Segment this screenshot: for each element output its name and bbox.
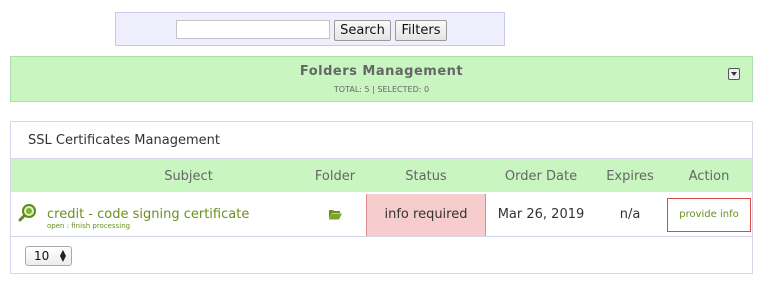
page: Search Filters Folders Management TOTAL:… <box>0 0 768 288</box>
search-panel: Search Filters <box>115 12 505 46</box>
status-text: info required <box>384 207 468 222</box>
provide-info-button[interactable]: provide info <box>667 198 751 232</box>
folder-open-icon[interactable] <box>329 209 342 220</box>
column-header-expires[interactable]: Expires <box>596 169 664 184</box>
page-size-select[interactable]: 10 ▲ ▼ <box>25 246 72 266</box>
folders-summary: TOTAL: 5 | SELECTED: 0 <box>333 85 430 94</box>
status-cell: info required <box>366 194 486 236</box>
page-size-value: 10 <box>34 249 50 263</box>
magnifier-icon[interactable] <box>18 203 38 223</box>
select-arrows-icon: ▲ ▼ <box>59 248 66 263</box>
certificate-subject-status: open : finish processing <box>47 222 131 230</box>
table-header: Subject Folder Status Order Date Expires… <box>11 159 752 193</box>
order-date: Mar 26, 2019 <box>497 207 585 222</box>
column-header-action: Action <box>688 169 730 184</box>
chevron-down-icon[interactable] <box>728 68 740 80</box>
ssl-panel-header: SSL Certificates Management <box>11 122 752 159</box>
folders-management-bar[interactable]: Folders Management TOTAL: 5 | SELECTED: … <box>10 56 753 102</box>
ssl-certificates-panel: SSL Certificates Management Subject Fold… <box>10 121 753 274</box>
certificate-subject-link[interactable]: credit - code signing certificate <box>47 207 249 222</box>
search-input[interactable] <box>176 20 330 39</box>
column-header-folder[interactable]: Folder <box>303 169 367 184</box>
filters-button[interactable]: Filters <box>395 20 447 41</box>
column-header-order-date[interactable]: Order Date <box>486 169 596 184</box>
expires-value: n/a <box>619 207 641 222</box>
table-row: credit - code signing certificate open :… <box>11 194 752 237</box>
search-button[interactable]: Search <box>334 20 391 41</box>
folders-title: Folders Management <box>299 64 464 79</box>
ssl-panel-title: SSL Certificates Management <box>28 133 220 148</box>
column-header-status[interactable]: Status <box>366 169 486 184</box>
